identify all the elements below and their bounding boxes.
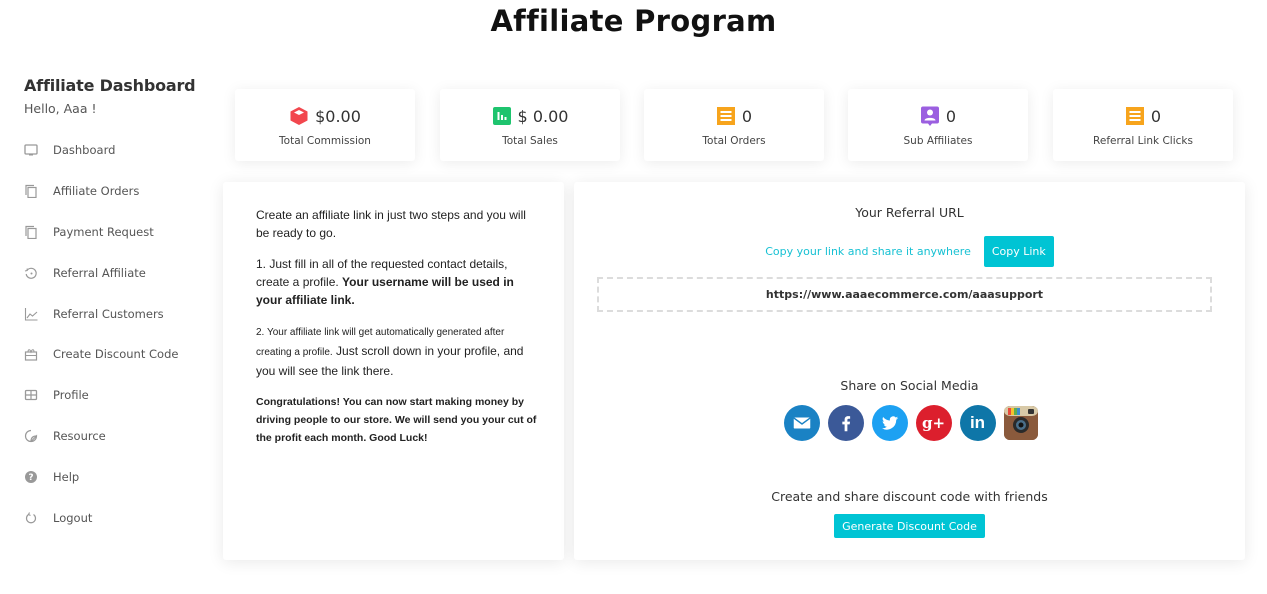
stat-card-total-orders: 0 Total Orders bbox=[644, 89, 824, 161]
copy-icon bbox=[24, 184, 38, 199]
sidebar-item-label: Logout bbox=[53, 510, 93, 525]
stat-value: $0.00 bbox=[315, 106, 361, 126]
sidebar-item-label: Referral Customers bbox=[53, 306, 164, 321]
sidebar-item-create-discount-code[interactable]: Create Discount Code bbox=[24, 334, 214, 375]
stat-card-total-commission: $0.00 Total Commission bbox=[235, 89, 415, 161]
power-icon bbox=[24, 511, 38, 525]
receipt-icon bbox=[1125, 106, 1145, 126]
sidebar-title: Affiliate Dashboard bbox=[24, 76, 196, 95]
linkedin-share-icon[interactable]: in bbox=[959, 405, 996, 441]
stat-value: $ 0.00 bbox=[517, 106, 569, 126]
sidebar-item-logout[interactable]: Logout bbox=[24, 497, 214, 538]
svg-text:?: ? bbox=[28, 473, 33, 483]
page-title: Affiliate Program bbox=[490, 4, 777, 38]
generate-discount-code-button[interactable]: Generate Discount Code bbox=[834, 514, 985, 538]
stat-label: Total Orders bbox=[702, 135, 766, 147]
sidebar-item-dashboard[interactable]: Dashboard bbox=[24, 130, 214, 171]
cube-icon bbox=[289, 106, 309, 126]
stat-card-referral-link-clicks: 0 Referral Link Clicks bbox=[1053, 89, 1233, 161]
referral-url-title: Your Referral URL bbox=[855, 205, 964, 220]
stat-value: 0 bbox=[945, 106, 957, 126]
sidebar-item-label: Help bbox=[53, 469, 80, 484]
referral-panel: Your Referral URL Copy your link and sha… bbox=[574, 182, 1245, 560]
sidebar-item-label: Create Discount Code bbox=[53, 347, 179, 362]
copy-link-button[interactable]: Copy Link bbox=[983, 236, 1054, 267]
instructions-step-2: 2. Your affiliate link will get automati… bbox=[256, 322, 541, 380]
copy-icon bbox=[24, 225, 38, 239]
twitter-share-icon[interactable] bbox=[871, 405, 908, 441]
sidebar-item-resource[interactable]: Resource bbox=[24, 416, 214, 457]
stat-card-sub-affiliates: 0 Sub Affiliates bbox=[848, 89, 1028, 161]
social-icons: g+ in bbox=[574, 405, 1245, 441]
referral-url-box[interactable]: https://www.aaaecommerce.com/aaasupport bbox=[597, 277, 1212, 312]
sidebar-item-label: Resource bbox=[53, 428, 106, 443]
sidebar-item-profile[interactable]: Profile bbox=[24, 375, 214, 416]
email-share-icon[interactable] bbox=[783, 405, 820, 441]
help-circle-icon: ? bbox=[24, 470, 38, 484]
bar-chart-icon bbox=[492, 106, 512, 126]
stat-label: Total Commission bbox=[279, 135, 371, 147]
sticker-icon bbox=[24, 429, 38, 443]
sidebar-item-affiliate-orders[interactable]: Affiliate Orders bbox=[24, 171, 214, 212]
discount-title: Create and share discount code with frie… bbox=[771, 489, 1048, 504]
stat-label: Sub Affiliates bbox=[903, 135, 973, 147]
user-badge-icon bbox=[920, 106, 940, 126]
instructions-step-1: 1. Just fill in all of the requested con… bbox=[256, 255, 541, 309]
sidebar-item-payment-request[interactable]: Payment Request bbox=[24, 212, 214, 253]
gift-icon bbox=[24, 347, 38, 361]
congrats-text: Congratulations! You can now start makin… bbox=[256, 396, 537, 444]
sidebar-item-label: Affiliate Orders bbox=[53, 184, 140, 199]
sidebar: Affiliate Dashboard Hello, Aaa ! Dashboa… bbox=[24, 76, 214, 538]
sidebar-item-referral-affiliate[interactable]: Referral Affiliate bbox=[24, 252, 214, 293]
sidebar-item-label: Dashboard bbox=[53, 143, 116, 158]
stat-value: 0 bbox=[1150, 106, 1162, 126]
google-plus-share-icon[interactable]: g+ bbox=[915, 405, 952, 441]
sidebar-item-label: Profile bbox=[53, 388, 89, 403]
stat-card-total-sales: $ 0.00 Total Sales bbox=[440, 89, 620, 161]
monitor-icon bbox=[24, 143, 38, 157]
history-icon bbox=[24, 266, 38, 280]
table-icon bbox=[24, 388, 38, 402]
copy-row: Copy your link and share it anywhere Cop… bbox=[574, 236, 1245, 267]
facebook-share-icon[interactable] bbox=[827, 405, 864, 441]
sidebar-item-label: Referral Affiliate bbox=[53, 265, 146, 280]
receipt-icon bbox=[716, 106, 736, 126]
share-title: Share on Social Media bbox=[840, 378, 979, 393]
line-chart-icon bbox=[24, 307, 38, 321]
sidebar-item-referral-customers[interactable]: Referral Customers bbox=[24, 293, 214, 334]
stat-value: 0 bbox=[741, 106, 753, 126]
stat-label: Referral Link Clicks bbox=[1093, 135, 1193, 147]
instructions: Create an affiliate link in just two ste… bbox=[256, 206, 541, 460]
copy-hint: Copy your link and share it anywhere bbox=[765, 245, 971, 258]
sidebar-nav: Dashboard Affiliate Orders Payment Reque… bbox=[24, 130, 214, 538]
greeting: Hello, Aaa ! bbox=[24, 101, 97, 116]
instagram-share-icon[interactable] bbox=[1003, 406, 1038, 440]
sidebar-item-label: Payment Request bbox=[53, 224, 154, 239]
instructions-panel: Create an affiliate link in just two ste… bbox=[223, 182, 564, 560]
sidebar-item-help[interactable]: ? Help bbox=[24, 456, 214, 497]
stat-label: Total Sales bbox=[502, 135, 558, 147]
instructions-intro: Create an affiliate link in just two ste… bbox=[256, 208, 526, 240]
